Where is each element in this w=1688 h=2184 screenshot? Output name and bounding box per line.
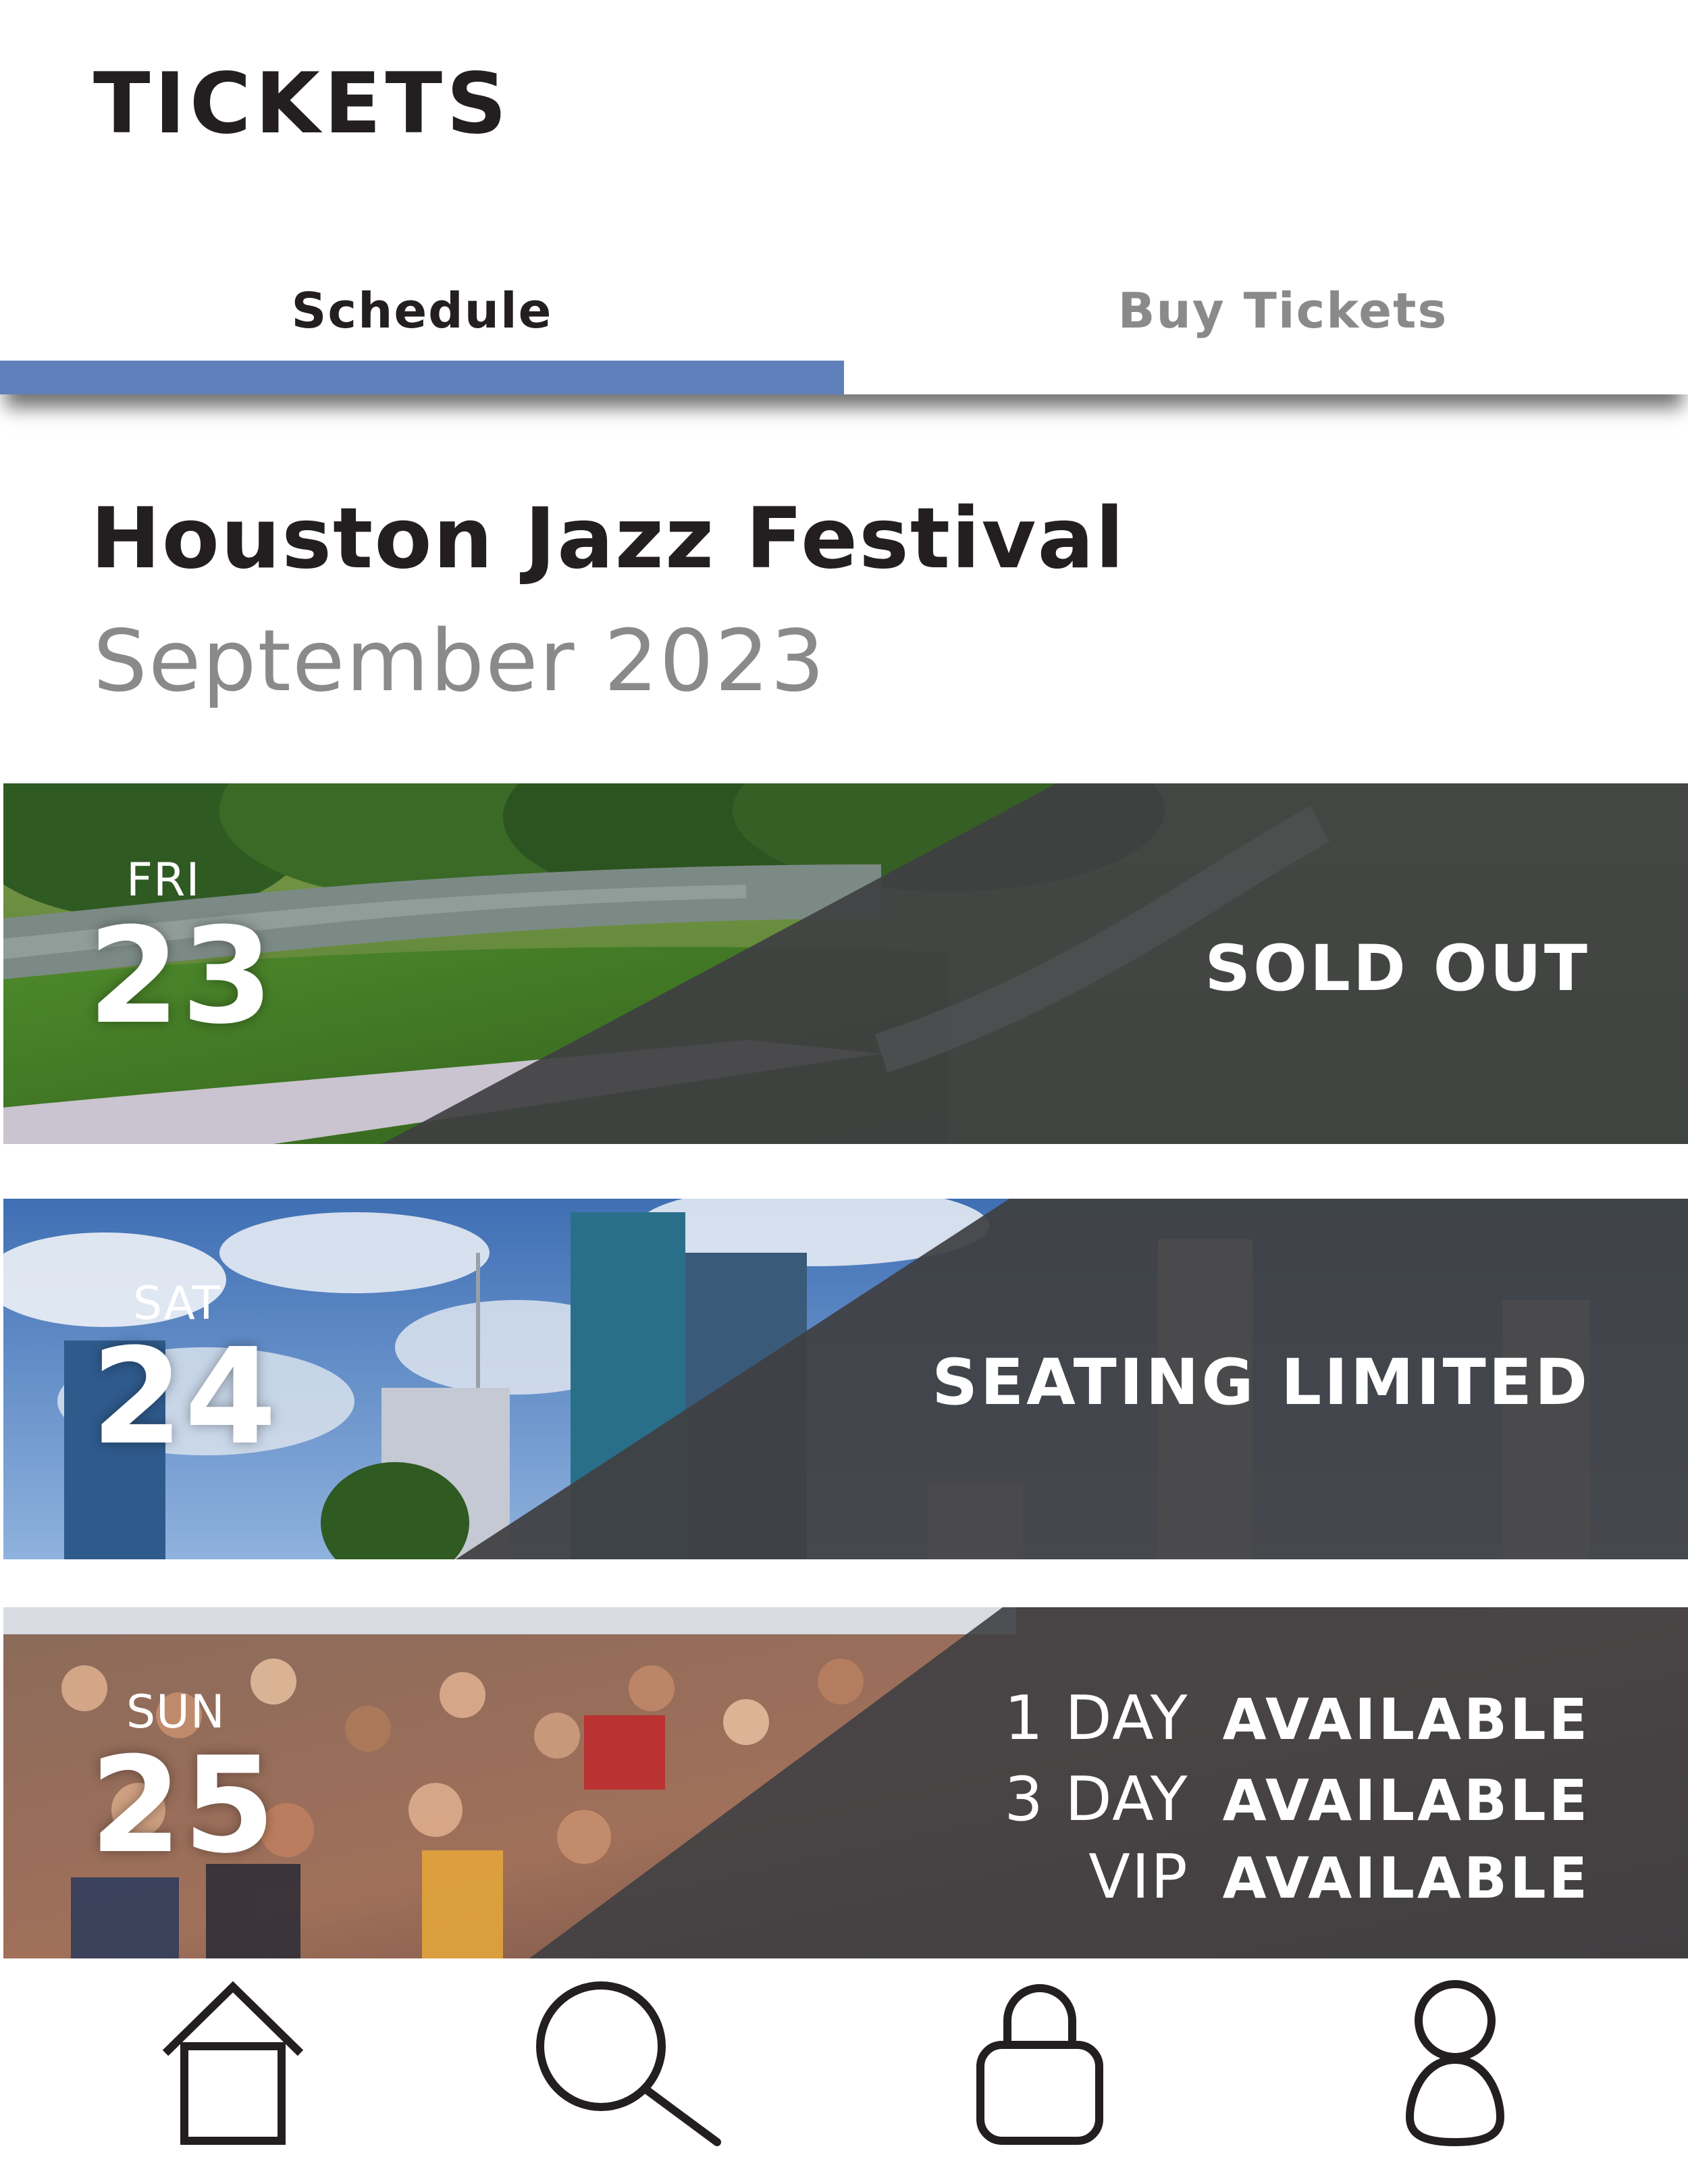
day-card-sun-25[interactable]: SUN 25 1 DAY AVAILABLE 3 DAY AVAILABLE VIP…: [3, 1607, 1688, 1968]
search-icon: [536, 1981, 721, 2146]
status-seating-limited: SEATING LIMITED: [932, 1346, 1590, 1420]
profile-icon: [1405, 1980, 1505, 2147]
app-header: TICKETS Schedule Buy Tickets: [0, 0, 1688, 394]
ticket-option-1-day: 1 DAY AVAILABLE: [1004, 1688, 1590, 1749]
festival-date: September 2023: [93, 611, 826, 710]
tab-buy-tickets[interactable]: Buy Tickets: [844, 277, 1688, 344]
nav-search-button[interactable]: [533, 1979, 729, 2157]
availability-status: AVAILABLE: [1222, 1686, 1590, 1752]
active-tab-indicator: [0, 361, 844, 394]
day-number: 25: [90, 1729, 277, 1883]
availability-status: AVAILABLE: [1222, 1845, 1590, 1911]
day-number: 23: [88, 900, 275, 1054]
ticket-option-3-day: 3 DAY AVAILABLE: [1004, 1769, 1590, 1830]
tab-schedule[interactable]: Schedule: [0, 277, 844, 344]
bottom-navigation: [0, 1958, 1688, 2184]
day-card-sat-24[interactable]: SAT 24 SEATING LIMITED: [3, 1199, 1688, 1559]
status-sold-out: SOLD OUT: [1205, 932, 1590, 1006]
nav-home-button[interactable]: [152, 1979, 314, 2150]
festival-title: Houston Jazz Festival: [90, 490, 1126, 588]
availability-status: AVAILABLE: [1222, 1767, 1590, 1834]
ticket-type-label: VIP: [1088, 1842, 1189, 1913]
day-card-fri-23[interactable]: FRI 23 SOLD OUT: [3, 783, 1688, 1144]
ticket-type-label: 3 DAY: [1004, 1764, 1189, 1835]
day-number: 24: [91, 1320, 278, 1474]
nav-lock-button[interactable]: [972, 1979, 1107, 2150]
nav-profile-button[interactable]: [1404, 1979, 1506, 2150]
ticket-type-label: 1 DAY: [1004, 1683, 1189, 1754]
day-of-week: FRI: [126, 854, 201, 907]
page-title: TICKETS: [93, 55, 511, 153]
home-icon: [162, 1981, 304, 2145]
lock-icon: [976, 1984, 1103, 2145]
ticket-option-vip: VIP AVAILABLE: [1088, 1847, 1590, 1908]
